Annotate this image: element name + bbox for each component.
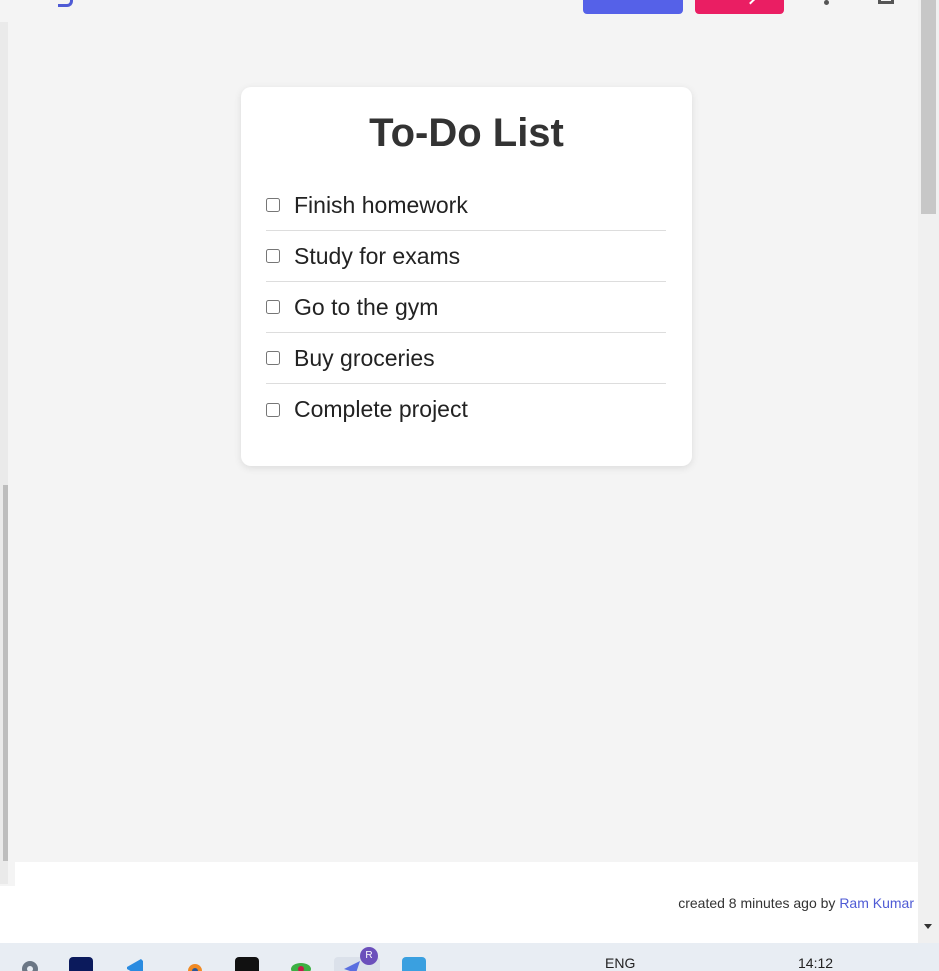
created-text: created 8 minutes ago by [678, 895, 836, 911]
logo-icon[interactable] [58, 0, 73, 7]
todo-checkbox[interactable] [266, 402, 280, 417]
settings-icon[interactable] [18, 957, 42, 971]
side-panel-scroll-thumb[interactable] [3, 485, 8, 861]
list-item: Finish homework [266, 180, 666, 231]
todo-checkbox[interactable] [266, 300, 280, 314]
todo-label: Buy groceries [294, 344, 435, 371]
taskbar: R ENG 14:12 [0, 943, 939, 971]
github-icon[interactable] [235, 957, 259, 971]
adobe-animate-icon[interactable] [69, 957, 93, 971]
todo-checkbox[interactable] [266, 351, 280, 365]
messenger-icon[interactable]: R [334, 947, 380, 971]
list-item: Study for exams [266, 231, 666, 282]
primary-button[interactable] [583, 0, 683, 14]
todo-checkbox[interactable] [266, 249, 280, 263]
todo-checkbox[interactable] [266, 198, 280, 212]
footer: created 8 minutes ago by Ram Kumar [0, 886, 918, 943]
list-item: Buy groceries [266, 333, 666, 384]
list-item: Complete project [266, 384, 666, 435]
more-menu-icon[interactable] [824, 0, 829, 5]
footer-credit: created 8 minutes ago by Ram Kumar [678, 895, 914, 911]
author-link[interactable]: Ram Kumar [839, 895, 914, 911]
todo-list: Finish homework Study for exams Go to th… [266, 180, 666, 435]
share-button[interactable] [695, 0, 784, 14]
scroll-down-arrow-icon[interactable] [924, 924, 932, 929]
layout-icon[interactable] [878, 0, 894, 4]
todo-label: Go to the gym [294, 293, 439, 320]
list-item: Go to the gym [266, 282, 666, 333]
notepad-icon[interactable] [402, 957, 426, 971]
console-strip [15, 862, 918, 886]
todo-card: To-Do List Finish homework Study for exa… [241, 87, 692, 466]
blender-icon[interactable] [181, 957, 205, 971]
page-scrollbar[interactable] [918, 0, 939, 943]
todo-label: Study for exams [294, 242, 461, 269]
page-scroll-thumb[interactable] [921, 0, 936, 214]
vscode-icon[interactable] [123, 957, 147, 971]
notification-badge: R [360, 947, 378, 965]
app-header [0, 0, 918, 22]
page-title: To-Do List [369, 111, 564, 155]
todo-label: Complete project [294, 396, 468, 422]
raspberry-icon[interactable] [289, 957, 313, 971]
language-indicator[interactable]: ENG [605, 955, 635, 971]
clock[interactable]: 14:12 [798, 955, 833, 971]
side-panel-scrollbar[interactable] [0, 22, 8, 884]
todo-label: Finish homework [294, 191, 468, 218]
